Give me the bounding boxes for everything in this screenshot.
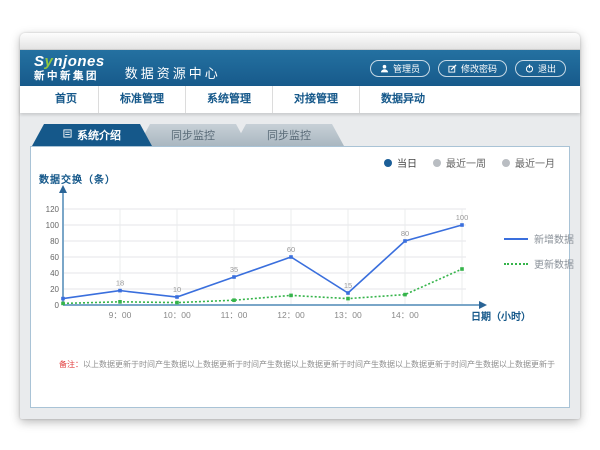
- svg-text:13：00: 13：00: [334, 310, 362, 320]
- svg-text:15: 15: [344, 281, 352, 290]
- nav-item-interface-mgmt[interactable]: 对接管理: [272, 86, 359, 113]
- brand-logo: Synjones 新中新集团: [34, 54, 105, 82]
- svg-text:18: 18: [116, 279, 124, 288]
- radio-last-month[interactable]: 最近一月: [502, 155, 555, 170]
- radio-dot: [384, 159, 392, 167]
- svg-text:11：00: 11：00: [221, 310, 248, 320]
- nav-item-system-mgmt[interactable]: 系统管理: [185, 86, 272, 113]
- svg-text:14：00: 14：00: [391, 310, 419, 320]
- radio-label: 最近一月: [515, 155, 555, 170]
- note-label: 备注：: [59, 360, 83, 369]
- svg-text:20: 20: [50, 285, 59, 294]
- tab-sync-monitor-2[interactable]: 同步监控: [234, 124, 344, 146]
- radio-dot: [502, 159, 510, 167]
- app-header: Synjones 新中新集团 数据资源中心 管理员 修改密码 退出: [20, 50, 580, 86]
- tab-label: 同步监控: [267, 127, 311, 143]
- logo-text: Synjones: [34, 54, 105, 69]
- chart-panel: 当日 最近一周 最近一月 数据交换（条） 0204060801001209：00…: [30, 146, 570, 408]
- nav-item-home[interactable]: 首页: [34, 86, 98, 113]
- user-toolbar: 管理员 修改密码 退出: [370, 60, 566, 77]
- nav-item-standard-mgmt[interactable]: 标准管理: [98, 86, 185, 113]
- svg-text:80: 80: [50, 237, 59, 246]
- line-chart: 0 20 40 60 80 100 120 9：00 10：00 11：00 12：00 13：00 1…: [45, 183, 545, 333]
- svg-text:60: 60: [287, 245, 295, 254]
- legend-swatch-blue-line: [504, 238, 528, 240]
- logout-label: 退出: [538, 62, 556, 75]
- svg-text:80: 80: [401, 229, 409, 238]
- tab-label: 同步监控: [171, 127, 215, 143]
- tab-bar: 系统介绍 同步监控 同步监控: [32, 124, 570, 146]
- logout-button[interactable]: 退出: [515, 60, 566, 77]
- time-range-filter: 当日 最近一周 最近一月: [384, 155, 555, 170]
- window-chrome: [20, 33, 580, 50]
- user-label: 管理员: [393, 62, 420, 75]
- svg-text:10: 10: [173, 285, 181, 294]
- nav-item-data-change[interactable]: 数据异动: [359, 86, 446, 113]
- legend-label: 更新数据: [534, 256, 574, 271]
- legend-item-new-data: 新增数据: [504, 231, 574, 246]
- svg-text:9：00: 9：00: [109, 310, 132, 320]
- radio-label: 当日: [397, 155, 417, 170]
- change-password-label: 修改密码: [461, 62, 497, 75]
- svg-text:35: 35: [230, 265, 238, 274]
- svg-text:100: 100: [46, 221, 60, 230]
- page-title: 数据资源中心: [125, 63, 221, 82]
- radio-dot: [433, 159, 441, 167]
- svg-text:120: 120: [46, 205, 60, 214]
- radio-today[interactable]: 当日: [384, 155, 417, 170]
- main-nav: 首页 标准管理 系统管理 对接管理 数据异动: [20, 86, 580, 113]
- svg-text:日期（小时）: 日期（小时）: [471, 310, 531, 323]
- svg-text:60: 60: [50, 253, 59, 262]
- tab-system-intro[interactable]: 系统介绍: [32, 124, 152, 146]
- edit-icon: [448, 64, 457, 73]
- change-password-button[interactable]: 修改密码: [438, 60, 507, 77]
- svg-text:0: 0: [55, 301, 60, 310]
- svg-text:40: 40: [50, 269, 59, 278]
- tab-label: 系统介绍: [77, 127, 121, 143]
- content-area: 系统介绍 同步监控 同步监控 当日 最近一周: [20, 112, 580, 419]
- user-icon: [380, 64, 389, 73]
- chart-legend: 新增数据 更新数据: [504, 231, 574, 281]
- legend-swatch-green-dotted: [504, 263, 528, 265]
- radio-label: 最近一周: [446, 155, 486, 170]
- radio-last-week[interactable]: 最近一周: [433, 155, 486, 170]
- footer-note: 备注：以上数据更新于时间产生数据以上数据更新于时间产生数据以上数据更新于时间产生…: [59, 359, 555, 370]
- svg-text:12：00: 12：00: [277, 310, 305, 320]
- svg-text:10：00: 10：00: [163, 310, 191, 320]
- svg-text:100: 100: [456, 213, 469, 222]
- document-icon: [63, 129, 72, 141]
- legend-label: 新增数据: [534, 231, 574, 246]
- logo-subtitle: 新中新集团: [34, 71, 105, 82]
- legend-item-updated-data: 更新数据: [504, 256, 574, 271]
- app-window: Synjones 新中新集团 数据资源中心 管理员 修改密码 退出: [20, 33, 580, 419]
- power-icon: [525, 64, 534, 73]
- note-text: 以上数据更新于时间产生数据以上数据更新于时间产生数据以上数据更新于时间产生数据以…: [83, 360, 555, 369]
- user-button[interactable]: 管理员: [370, 60, 430, 77]
- tab-sync-monitor-1[interactable]: 同步监控: [138, 124, 248, 146]
